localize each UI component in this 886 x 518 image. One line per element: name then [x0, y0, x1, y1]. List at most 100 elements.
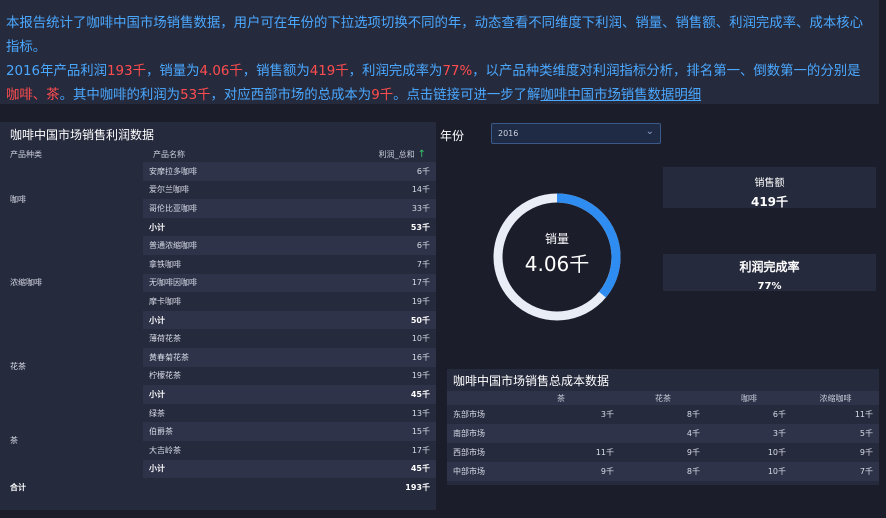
product-name-cell: 普通浓缩咖啡 [143, 236, 343, 255]
kpi-revenue-value: 419千 [750, 195, 789, 209]
cost-table-body: 东部市场 3千 8千 6千 11千 南部市场 4千 3千 5千 西部市场 11千 9千 10千 9千 中部市… [447, 405, 879, 481]
subtotal-value: 53千 [343, 217, 436, 237]
year-label: 年份 [440, 129, 465, 143]
summary-text: ，对应西部市场的总成本为 [210, 88, 372, 103]
cost-value-cell: 11千 [502, 443, 620, 462]
cost-value-cell: 9千 [620, 443, 706, 462]
kpi-completion-value: 77% [757, 281, 782, 292]
cost-header-flower-tea[interactable]: 花茶 [620, 391, 706, 405]
profit-value-cell: 13千 [343, 403, 436, 423]
summary-sep: 、 [32, 88, 47, 103]
profit-table-body: 咖啡 安摩拉多咖啡 6千 爱尔兰咖啡 14千 哥伦比亚咖啡 33千 小计 53千 浓缩咖啡 普通浓缩… [0, 162, 436, 497]
year-select[interactable]: 2016 ⌄ [491, 123, 661, 144]
product-name-cell: 安摩拉多咖啡 [143, 162, 343, 181]
cost-table: 茶 花茶 咖啡 浓缩咖啡 东部市场 3千 8千 6千 11千 南部市场 4千 3千 5千 西部市场… [447, 391, 879, 481]
profit-value-cell: 15千 [343, 422, 436, 441]
summary-sales-qty: 4.06千 [199, 64, 243, 79]
cost-value-cell: 6千 [706, 405, 792, 424]
table-row: 西部市场 11千 9千 10千 9千 [447, 443, 879, 462]
summary-text: ，销售额为 [242, 64, 310, 79]
summary-text: ，销量为 [145, 64, 200, 79]
cost-value-cell: 11千 [792, 405, 879, 424]
profit-value-cell: 14千 [343, 180, 436, 200]
cost-header-espresso[interactable]: 浓缩咖啡 [792, 391, 879, 405]
profit-table: 产品种类 产品名称 利润_总和 ↑ 咖啡 安摩拉多咖啡 6千 爱尔兰咖啡 14千 哥伦比亚咖… [0, 146, 436, 497]
chevron-down-icon: ⌄ [645, 126, 654, 137]
summary-text: 2016年产品利润 [6, 64, 108, 79]
cost-value-cell: 3千 [706, 424, 792, 443]
summary-completion: 77% [442, 64, 473, 79]
cost-value-cell: 7千 [792, 462, 879, 481]
summary-text: 。点击链接可进一步了解 [393, 88, 541, 103]
product-name-cell: 绿茶 [143, 403, 343, 423]
product-name-cell: 拿铁咖啡 [143, 254, 343, 274]
summary-bottom: 茶 [46, 88, 60, 103]
product-name-cell: 摩卡咖啡 [143, 292, 343, 311]
category-cell: 浓缩咖啡 [0, 236, 143, 330]
summary-top: 咖啡 [6, 88, 33, 103]
table-row: 南部市场 4千 3千 5千 [447, 424, 879, 443]
summary-detail: 2016年产品利润193千，销量为4.06千，销售额为419千，利润完成率为77… [6, 60, 873, 108]
profit-panel: 咖啡中国市场销售利润数据 产品种类 产品名称 利润_总和 ↑ 咖啡 安摩拉多咖啡 6千… [0, 122, 436, 510]
table-row: 茶绿茶 13千 [0, 403, 436, 479]
cost-value-cell: 4千 [620, 424, 706, 443]
profit-value-cell: 16千 [343, 347, 436, 367]
cost-value-cell [502, 424, 620, 443]
header-profit-label: 利润_总和 [378, 149, 415, 159]
report-summary: 本报告统计了咖啡中国市场销售数据，用户可在年份的下拉选项切换不同的年，动态查看不… [0, 0, 879, 104]
summary-west-cost: 9千 [371, 88, 394, 103]
cost-panel: 咖啡中国市场销售总成本数据 茶 花茶 咖啡 浓缩咖啡 东部市场 3千 8千 6千 11千… [447, 369, 879, 485]
subtotal-label: 小计 [143, 217, 343, 237]
cost-header-market[interactable] [447, 391, 502, 405]
profit-value-cell: 7千 [343, 254, 436, 274]
summary-text: 。其中咖啡的利润为 [59, 88, 181, 103]
product-name-cell: 大吉岭茶 [143, 440, 343, 460]
sort-up-icon[interactable]: ↑ [418, 149, 426, 160]
cost-header-coffee[interactable]: 咖啡 [706, 391, 792, 405]
profit-value-cell: 33千 [343, 199, 436, 218]
product-name-cell: 伯爵茶 [143, 422, 343, 441]
table-row: 浓缩咖啡 普通浓缩咖啡 6千 [0, 236, 436, 330]
cost-value-cell: 5千 [792, 424, 879, 443]
detail-link[interactable]: 咖啡中国市场销售数据明细 [540, 88, 701, 103]
product-name-cell: 薄荷花茶 [143, 329, 343, 348]
product-name-cell: 爱尔兰咖啡 [143, 180, 343, 200]
cost-value-cell: 3千 [502, 405, 620, 424]
market-name-cell: 南部市场 [447, 424, 502, 443]
profit-value-cell: 17千 [343, 440, 436, 460]
category-cell: 花茶 [0, 329, 143, 404]
cost-header-tea[interactable]: 茶 [502, 391, 620, 405]
subtotal-value: 45千 [343, 385, 436, 404]
subtotal-label: 小计 [143, 310, 343, 330]
kpi-revenue-card: 销售额 419千 [663, 167, 876, 209]
product-name-cell: 黄春菊花茶 [143, 347, 343, 367]
subtotal-value: 50千 [343, 310, 436, 330]
total-label: 合计 [0, 478, 343, 497]
category-cell: 茶 [0, 403, 143, 479]
donut-value: 4.06千 [524, 252, 590, 276]
profit-value-cell: 6千 [343, 162, 436, 181]
cost-value-cell: 9千 [792, 443, 879, 462]
kpi-completion-card: 利润完成率 77% [663, 254, 876, 292]
cost-value-cell: 10千 [706, 443, 792, 462]
profit-value-cell: 17千 [343, 273, 436, 293]
profit-value-cell: 19千 [343, 292, 436, 311]
table-row: 中部市场 9千 8千 10千 7千 [447, 462, 879, 481]
table-row: 花茶 薄荷花茶 10千 [0, 329, 436, 404]
subtotal-label: 小计 [143, 459, 343, 479]
market-name-cell: 西部市场 [447, 443, 502, 462]
profit-value-cell: 10千 [343, 329, 436, 348]
product-name-cell: 柠檬花茶 [143, 366, 343, 386]
table-row: 东部市场 3千 8千 6千 11千 [447, 405, 879, 424]
header-profit[interactable]: 利润_总和 ↑ [343, 146, 436, 162]
market-name-cell: 东部市场 [447, 405, 502, 424]
header-category[interactable]: 产品种类 [0, 146, 143, 162]
profit-value-cell: 19千 [343, 366, 436, 386]
cost-value-cell: 8千 [620, 405, 706, 424]
subtotal-label: 小计 [143, 385, 343, 404]
cost-value-cell: 10千 [706, 462, 792, 481]
header-product[interactable]: 产品名称 [143, 146, 343, 162]
cost-value-cell: 8千 [620, 462, 706, 481]
summary-text: ，利润完成率为 [348, 64, 443, 79]
summary-revenue: 419千 [309, 64, 349, 79]
